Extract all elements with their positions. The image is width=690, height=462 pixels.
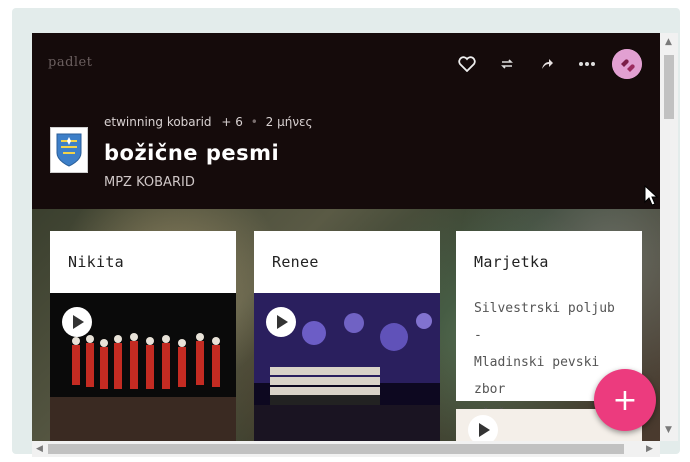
padlet-logo[interactable]: padlet: [48, 55, 92, 70]
horizontal-scrollbar[interactable]: ◀ ▶: [32, 441, 660, 457]
add-post-button[interactable]: +: [594, 369, 656, 431]
post-text-line: Silvestrski poljub -: [474, 301, 615, 343]
scroll-left-arrow-icon[interactable]: ◀: [36, 444, 43, 454]
page-subtitle: MPZ KOBARID: [104, 175, 195, 190]
horizontal-scroll-thumb[interactable]: [48, 444, 624, 454]
mouse-cursor-icon: [644, 185, 658, 206]
wall-background: Nikita Renee Marjetka Silvestrski poljub…: [32, 209, 660, 441]
top-bar: padlet: [32, 33, 660, 97]
post-card[interactable]: Nikita: [50, 231, 236, 441]
video-thumbnail[interactable]: [254, 293, 440, 441]
play-icon[interactable]: [468, 415, 498, 441]
post-author: Renee: [272, 253, 319, 271]
vertical-scroll-thumb[interactable]: [664, 55, 674, 119]
post-author: Nikita: [68, 253, 124, 271]
avatar[interactable]: [612, 49, 642, 79]
padlet-meta: etwinning kobarid + 6 • 2 μήνες: [104, 115, 313, 129]
more-icon[interactable]: [576, 53, 598, 75]
scroll-up-arrow-icon[interactable]: ▲: [665, 37, 672, 47]
play-icon[interactable]: [62, 307, 92, 337]
play-icon[interactable]: [266, 307, 296, 337]
padlet-header: etwinning kobarid + 6 • 2 μήνες božične …: [32, 97, 660, 209]
vertical-scrollbar[interactable]: ▲ ▼: [660, 33, 678, 441]
meta-separator: •: [250, 115, 258, 129]
post-author: Marjetka: [474, 253, 549, 271]
scroll-right-arrow-icon[interactable]: ▶: [646, 444, 653, 454]
scroll-down-arrow-icon[interactable]: ▼: [665, 425, 672, 435]
video-thumbnail[interactable]: [50, 293, 236, 441]
remake-icon[interactable]: [496, 53, 518, 75]
author-name[interactable]: etwinning kobarid: [104, 115, 212, 129]
contributors-count[interactable]: + 6: [221, 115, 243, 129]
padlet-viewport: padlet etwinning kobarid + 6 • 2 μήνες b…: [32, 33, 660, 441]
heart-icon[interactable]: [456, 53, 478, 75]
share-icon[interactable]: [536, 53, 558, 75]
post-card[interactable]: Renee: [254, 231, 440, 441]
coat-of-arms-logo: [50, 127, 88, 173]
page-title: božične pesmi: [104, 141, 280, 165]
timestamp: 2 μήνες: [265, 115, 313, 129]
